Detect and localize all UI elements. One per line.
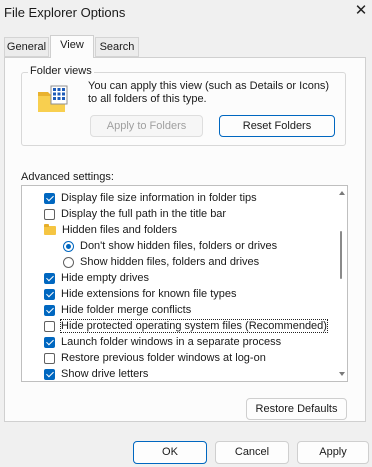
tab-general[interactable]: General — [4, 37, 49, 57]
checkbox-checked[interactable] — [44, 336, 55, 348]
setting-launch-separate-process[interactable]: Launch folder windows in a separate proc… — [44, 334, 281, 350]
restore-defaults-button[interactable]: Restore Defaults — [246, 398, 347, 420]
setting-restore-previous-windows[interactable]: Restore previous folder windows at log-o… — [44, 350, 266, 366]
checkbox-checked[interactable] — [44, 288, 55, 300]
checkbox-unchecked[interactable] — [44, 320, 55, 332]
cancel-button[interactable]: Cancel — [215, 441, 289, 464]
checkbox-unchecked[interactable] — [44, 208, 55, 220]
setting-label: Display file size information in folder … — [61, 192, 257, 204]
checkbox-checked[interactable] — [44, 304, 55, 316]
setting-label: Hidden files and folders — [62, 224, 177, 236]
radio-unselected[interactable] — [63, 256, 74, 268]
checkbox-checked[interactable] — [44, 272, 55, 284]
radio-selected[interactable] — [63, 240, 74, 252]
setting-label: Hide empty drives — [61, 272, 150, 284]
scroll-thumb[interactable] — [340, 231, 342, 279]
setting-label: Don't show hidden files, folders or driv… — [80, 240, 278, 252]
setting-hide-empty-drives[interactable]: Hide empty drives — [44, 270, 149, 286]
setting-label: Hide protected operating system files (R… — [60, 319, 328, 333]
setting-label: Show drive letters — [61, 368, 149, 380]
setting-label: Hide extensions for known file types — [61, 288, 237, 300]
setting-hide-extensions[interactable]: Hide extensions for known file types — [44, 286, 236, 302]
close-icon[interactable]: ✕ — [353, 2, 369, 20]
advanced-settings-label: Advanced settings: — [21, 171, 114, 183]
setting-label: Show hidden files, folders and drives — [80, 256, 260, 268]
scroll-up-arrow-icon[interactable] — [339, 191, 345, 195]
tab-search[interactable]: Search — [95, 37, 139, 57]
checkbox-checked[interactable] — [44, 368, 55, 380]
setting-display-file-size[interactable]: Display file size information in folder … — [44, 190, 257, 206]
setting-hide-protected-os-files[interactable]: Hide protected operating system files (R… — [44, 318, 328, 334]
setting-show-drive-letters[interactable]: Show drive letters — [44, 366, 149, 381]
folder-views-icon — [38, 85, 68, 112]
setting-display-full-path[interactable]: Display the full path in the title bar — [44, 206, 226, 222]
scroll-down-arrow-icon[interactable] — [339, 372, 345, 376]
checkbox-checked[interactable] — [44, 192, 55, 204]
ok-button[interactable]: OK — [133, 441, 207, 464]
setting-dont-show-hidden[interactable]: Don't show hidden files, folders or driv… — [63, 238, 277, 254]
setting-hide-merge-conflicts[interactable]: Hide folder merge conflicts — [44, 302, 191, 318]
advanced-settings-list: Display file size information in folder … — [21, 185, 348, 382]
list-scrollbar[interactable] — [337, 186, 347, 381]
setting-show-hidden[interactable]: Show hidden files, folders and drives — [63, 254, 259, 270]
apply-button[interactable]: Apply — [297, 441, 369, 464]
tab-view[interactable]: View — [50, 35, 94, 58]
checkbox-unchecked[interactable] — [44, 352, 55, 364]
setting-label: Hide folder merge conflicts — [61, 304, 192, 316]
apply-to-folders-button[interactable]: Apply to Folders — [90, 115, 203, 137]
window-title: File Explorer Options — [4, 5, 126, 20]
folder-views-description: You can apply this view (such as Details… — [88, 80, 330, 105]
reset-folders-button[interactable]: Reset Folders — [219, 115, 335, 137]
setting-hidden-files-folder: Hidden files and folders — [44, 222, 177, 238]
folder-views-label: Folder views — [28, 65, 94, 77]
setting-label: Restore previous folder windows at log-o… — [61, 352, 266, 364]
folder-icon — [44, 223, 56, 235]
setting-label: Launch folder windows in a separate proc… — [61, 336, 282, 348]
setting-label: Display the full path in the title bar — [61, 208, 227, 220]
